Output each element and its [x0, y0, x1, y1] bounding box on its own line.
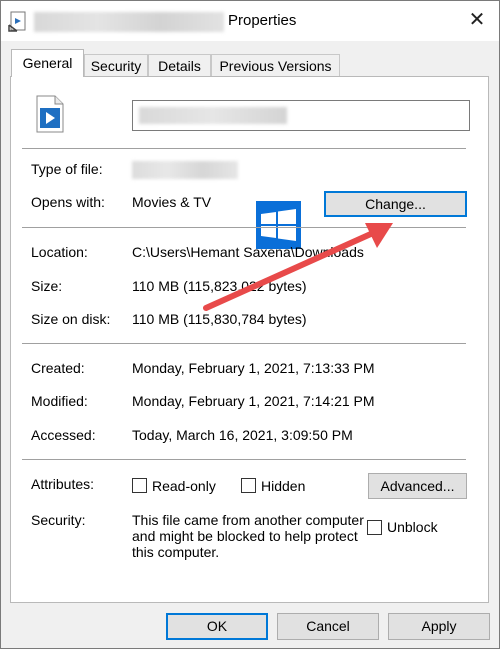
window-title: Properties — [228, 12, 297, 29]
properties-dialog: Properties ✕ General Security Details Pr… — [0, 0, 500, 649]
security-text-line-1: This file came from another computer — [132, 512, 364, 528]
file-name-input[interactable] — [132, 100, 470, 131]
tab-security[interactable]: Security — [84, 54, 148, 76]
change-button[interactable]: Change... — [324, 191, 467, 217]
divider — [22, 227, 466, 228]
hidden-checkbox[interactable] — [241, 478, 256, 493]
tab-general[interactable]: General — [11, 49, 84, 77]
close-icon: ✕ — [468, 9, 486, 31]
location-label: Location: — [31, 244, 88, 260]
accessed-value: Today, March 16, 2021, 3:09:50 PM — [132, 427, 353, 443]
ok-button[interactable]: OK — [166, 613, 268, 640]
unblock-checkbox[interactable] — [367, 520, 382, 535]
blurred-filename-value — [139, 107, 287, 124]
apply-button[interactable]: Apply — [388, 613, 490, 640]
opens-with-value: Movies & TV — [132, 194, 212, 210]
tab-details[interactable]: Details — [148, 54, 211, 76]
file-shortcut-icon — [8, 11, 26, 32]
hidden-label[interactable]: Hidden — [261, 478, 305, 494]
divider — [22, 459, 466, 460]
blurred-type-of-file — [132, 161, 238, 179]
modified-label: Modified: — [31, 393, 88, 409]
tab-previous-versions[interactable]: Previous Versions — [211, 54, 340, 76]
modified-value: Monday, February 1, 2021, 7:14:21 PM — [132, 393, 375, 409]
attributes-label: Attributes: — [31, 476, 95, 492]
type-of-file-label: Type of file: — [31, 161, 103, 177]
size-label: Size: — [31, 278, 63, 294]
windows-logo-icon — [256, 201, 301, 249]
close-button[interactable]: ✕ — [459, 5, 495, 35]
created-value: Monday, February 1, 2021, 7:13:33 PM — [132, 360, 375, 376]
security-text-line-2: and might be blocked to help protect — [132, 528, 358, 544]
title-bar: Properties ✕ — [1, 1, 499, 41]
divider — [22, 343, 466, 344]
unblock-label[interactable]: Unblock — [387, 519, 438, 535]
advanced-button[interactable]: Advanced... — [368, 473, 467, 499]
readonly-checkbox[interactable] — [132, 478, 147, 493]
divider — [22, 148, 466, 149]
security-label: Security: — [31, 512, 86, 528]
opens-with-label: Opens with: — [31, 194, 105, 210]
accessed-label: Accessed: — [31, 427, 96, 443]
readonly-label[interactable]: Read-only — [152, 478, 216, 494]
security-text-line-3: this computer. — [132, 544, 220, 560]
created-label: Created: — [31, 360, 85, 376]
location-value: C:\Users\Hemant Saxena\Downloads — [132, 244, 364, 260]
size-on-disk-value: 110 MB (115,830,784 bytes) — [132, 311, 307, 327]
cancel-button[interactable]: Cancel — [277, 613, 379, 640]
size-value: 110 MB (115,823,022 bytes) — [132, 278, 307, 294]
video-file-icon — [36, 95, 64, 133]
blurred-filename — [34, 12, 224, 32]
size-on-disk-label: Size on disk: — [31, 311, 111, 327]
